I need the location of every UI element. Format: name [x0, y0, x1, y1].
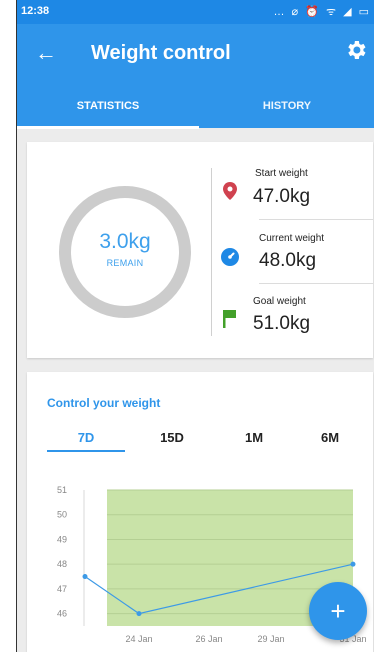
- gauge-icon: [221, 248, 239, 266]
- divider: [259, 219, 373, 220]
- status-icons: … ⌀ ⏰ ᯤ ◢ ▭: [273, 6, 371, 18]
- tab-history[interactable]: HISTORY: [199, 96, 374, 128]
- y-tick-label: 48: [57, 559, 67, 569]
- app-screen: 12:38 … ⌀ ⏰ ᯤ ◢ ▭ ← Weight control STATI…: [16, 0, 374, 652]
- tab-indicator: [17, 126, 199, 129]
- remain-label: REMAIN: [106, 258, 144, 268]
- x-tick-label: 26 Jan: [195, 634, 222, 644]
- tab-statistics[interactable]: STATISTICS: [17, 96, 199, 128]
- data-point: [136, 611, 142, 617]
- control-title: Control your weight: [47, 396, 161, 410]
- start-weight-value: 47.0kg: [253, 186, 311, 207]
- current-weight-value: 48.0kg: [259, 250, 317, 271]
- range-tab-7d[interactable]: 7D: [51, 430, 121, 445]
- status-bar: 12:38 … ⌀ ⏰ ᯤ ◢ ▭: [17, 0, 374, 24]
- divider: [259, 283, 373, 284]
- settings-gear-icon[interactable]: [343, 38, 369, 64]
- back-arrow-icon[interactable]: ←: [35, 42, 57, 64]
- status-time: 12:38: [21, 5, 50, 17]
- goal-weight-label: Goal weight: [253, 296, 306, 307]
- range-tab-6m[interactable]: 6M: [295, 430, 365, 445]
- range-tab-15d[interactable]: 15D: [137, 430, 207, 445]
- location-pin-icon: [223, 182, 241, 200]
- flag-icon: [223, 310, 241, 328]
- x-tick-label: 24 Jan: [125, 634, 152, 644]
- remain-value: 3.0kg: [99, 230, 151, 253]
- summary-card: 3.0kg REMAIN Start weight 47.0kg Current…: [27, 142, 373, 358]
- x-tick-label: 29 Jan: [257, 634, 284, 644]
- app-bar: ← Weight control STATISTICS HISTORY: [17, 24, 374, 129]
- y-tick-label: 46: [57, 609, 67, 619]
- range-indicator: [47, 450, 125, 452]
- divider: [211, 168, 212, 336]
- gear-icon: [348, 41, 366, 59]
- range-tab-1m[interactable]: 1M: [219, 430, 289, 445]
- y-tick-label: 50: [57, 510, 67, 520]
- page-title: Weight control: [91, 42, 231, 64]
- data-point: [350, 561, 356, 567]
- remain-ring: 3.0kg REMAIN: [57, 184, 193, 320]
- add-entry-button[interactable]: +: [309, 582, 367, 640]
- y-tick-label: 49: [57, 534, 67, 544]
- y-tick-label: 51: [57, 485, 67, 495]
- current-weight-label: Current weight: [259, 233, 325, 244]
- data-point: [82, 574, 88, 580]
- y-tick-label: 47: [57, 584, 67, 594]
- goal-weight-value: 51.0kg: [253, 313, 311, 334]
- start-weight-label: Start weight: [255, 168, 308, 179]
